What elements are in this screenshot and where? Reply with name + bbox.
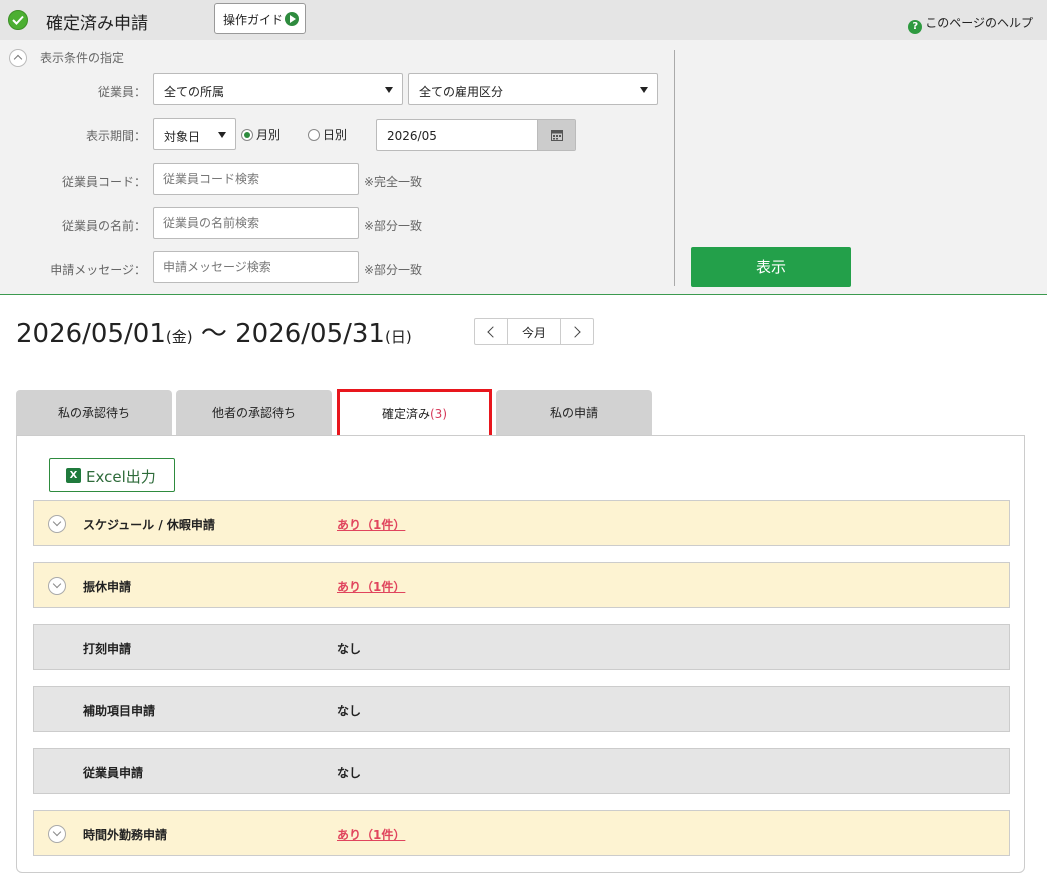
period-end-dow: (日) (384, 328, 412, 346)
employment-type-select[interactable]: 全ての雇用区分 (408, 73, 658, 105)
tab-label: 私の承認待ち (57, 406, 130, 420)
radio-daily-label: 日別 (323, 128, 348, 142)
request-count-link[interactable]: あり（1件） (337, 578, 405, 595)
partial-match-note: ※部分一致 (364, 263, 423, 277)
calendar-button[interactable] (537, 120, 575, 150)
radio-monthly[interactable]: 月別 (241, 126, 280, 143)
department-value: 全ての所属 (164, 85, 225, 99)
divider (674, 50, 675, 286)
request-type-name: スケジュール / 休暇申請 (83, 518, 215, 532)
list-item[interactable]: スケジュール / 休暇申請 あり（1件） (33, 500, 1010, 546)
collapse-icon[interactable] (9, 49, 27, 67)
tab-others-approval-pending[interactable]: 他者の承認待ち (176, 390, 332, 436)
employee-name-label: 従業員の名前： (61, 219, 146, 233)
chevron-left-icon[interactable] (475, 319, 508, 344)
play-icon (285, 12, 299, 26)
filter-panel: 表示条件の指定 従業員： 全ての所属 全ての雇用区分 表示期間： 対象日 月別 … (0, 40, 1047, 295)
period-basis-value: 対象日 (164, 130, 201, 144)
request-count-link[interactable]: あり（1件） (337, 826, 405, 843)
employment-type-value: 全ての雇用区分 (419, 85, 504, 99)
radio-daily[interactable]: 日別 (308, 126, 347, 143)
show-button[interactable]: 表示 (691, 247, 851, 287)
tab-my-approval-pending[interactable]: 私の承認待ち (16, 390, 172, 436)
period-heading: 2026/05/01(金) 〜 2026/05/31(日) (16, 313, 412, 350)
filter-heading: 表示条件の指定 (40, 51, 125, 65)
request-type-name: 従業員申請 (83, 766, 144, 780)
period-separator: 〜 (192, 319, 236, 349)
request-count-link[interactable]: あり（1件） (337, 516, 405, 533)
radio-unselected-icon (308, 129, 320, 141)
list-item[interactable]: 振休申請 あり（1件） (33, 562, 1010, 608)
guide-label: 操作ガイド (223, 13, 284, 27)
tab-label: 私の申請 (549, 406, 598, 420)
period-label: 表示期間： (85, 129, 146, 143)
expand-icon[interactable] (48, 515, 66, 533)
excel-icon: X (66, 468, 81, 483)
date-value: 2026/05 (387, 129, 437, 143)
list-item[interactable]: 時間外勤務申請 あり（1件） (33, 810, 1010, 856)
employee-name-input[interactable] (153, 207, 359, 239)
request-message-input[interactable] (153, 251, 359, 283)
page-header: 確定済み申請 操作ガイド ? このページのヘルプ (0, 0, 1047, 40)
request-status: なし (337, 766, 362, 780)
operation-guide-button[interactable]: 操作ガイド (214, 3, 306, 34)
request-type-name: 打刻申請 (83, 642, 132, 656)
list-item: 従業員申請 なし (33, 748, 1010, 794)
help-label: このページのヘルプ (925, 16, 1033, 30)
period-basis-select[interactable]: 対象日 (153, 118, 236, 150)
request-message-label: 申請メッセージ： (50, 263, 146, 277)
help-icon: ? (908, 20, 923, 34)
period-pager: 今月 (474, 318, 594, 345)
caret-down-icon (218, 132, 226, 138)
department-select[interactable]: 全ての所属 (153, 73, 403, 105)
request-status: なし (337, 642, 362, 656)
period-start-dow: (金) (165, 328, 193, 346)
request-type-name: 振休申請 (83, 580, 132, 594)
list-item: 打刻申請 なし (33, 624, 1010, 670)
this-month-button[interactable]: 今月 (508, 324, 560, 341)
employee-label: 従業員： (97, 85, 146, 99)
tab-my-requests[interactable]: 私の申請 (496, 390, 652, 436)
request-type-name: 補助項目申請 (83, 704, 156, 718)
period-start: 2026/05/01 (16, 319, 166, 349)
tab-confirmed[interactable]: 確定済み(3) (337, 389, 492, 439)
request-status: なし (337, 704, 362, 718)
radio-monthly-label: 月別 (256, 128, 281, 142)
expand-icon[interactable] (48, 577, 66, 595)
employee-code-input[interactable] (153, 163, 359, 195)
list-item: 補助項目申請 なし (33, 686, 1010, 732)
tab-count-badge: (3) (430, 407, 447, 421)
page-help-link[interactable]: ? このページのヘルプ (908, 14, 1033, 34)
caret-down-icon (385, 87, 393, 93)
tab-label: 確定済み (381, 407, 430, 421)
calendar-icon (551, 130, 563, 141)
period-end: 2026/05/31 (235, 319, 385, 349)
date-field[interactable]: 2026/05 (376, 119, 576, 151)
excel-export-button[interactable]: X Excel出力 (49, 458, 175, 492)
page-title: 確定済み申請 (46, 14, 148, 34)
caret-down-icon (640, 87, 648, 93)
request-type-name: 時間外勤務申請 (83, 828, 168, 842)
expand-icon[interactable] (48, 825, 66, 843)
check-circle-icon (8, 10, 28, 30)
excel-export-label: Excel出力 (86, 468, 156, 486)
employee-code-label: 従業員コード： (61, 175, 146, 189)
partial-match-note: ※部分一致 (364, 219, 423, 233)
tab-label: 他者の承認待ち (211, 406, 296, 420)
radio-selected-icon (241, 129, 253, 141)
exact-match-note: ※完全一致 (364, 175, 423, 189)
chevron-right-icon[interactable] (560, 319, 593, 344)
